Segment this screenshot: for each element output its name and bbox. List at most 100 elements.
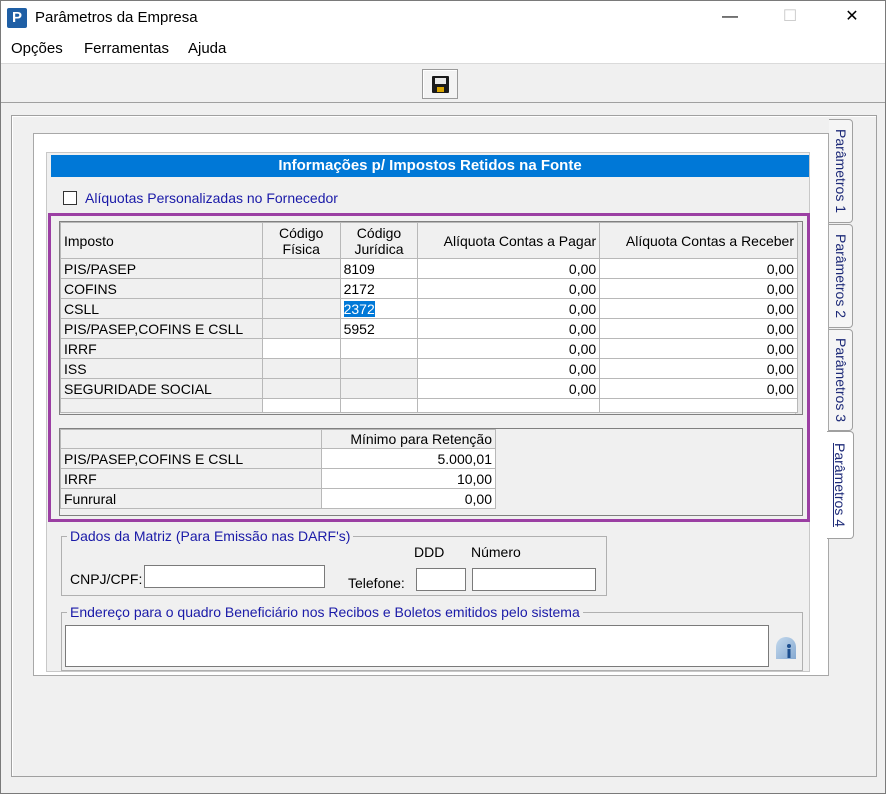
cell-aliquota-receber[interactable]: 0,00	[599, 298, 798, 319]
cell-retention-label: Funrural	[59, 488, 323, 509]
tab-parametros-3[interactable]: Parâmetros 3	[829, 329, 853, 431]
ddd-input[interactable]	[416, 568, 466, 591]
close-button[interactable]: ✕	[829, 1, 875, 35]
cell-aliquota-receber[interactable]: 0,00	[599, 358, 798, 379]
retention-table: Mínimo para Retenção PIS/PASEP,COFINS E …	[59, 429, 496, 509]
title-bar: P Parâmetros da Empresa — ☐ ✕	[1, 1, 885, 35]
table-row: ISS 0,00 0,00	[60, 358, 798, 379]
floppy-disk-icon	[432, 76, 449, 93]
cell-retention-label: IRRF	[59, 468, 323, 489]
table-row: Funrural 0,00	[59, 488, 496, 509]
table-row: COFINS 2172 0,00 0,00	[60, 278, 798, 299]
table-row: CSLL 2372 0,00 0,00	[60, 298, 798, 319]
telefone-label: Telefone:	[348, 575, 405, 591]
tab-parametros-4[interactable]: Parâmetros 4	[827, 431, 854, 539]
tab-label: Parâmetros 2	[832, 233, 849, 319]
cell-aliquota-receber[interactable]: 0,00	[599, 278, 798, 299]
aliquotas-personalizadas-checkbox[interactable]	[63, 191, 77, 205]
col-header-line: Jurídica	[354, 240, 404, 257]
tab-parametros-2[interactable]: Parâmetros 2	[829, 224, 853, 328]
table-row-empty	[60, 398, 798, 413]
cell-codigo-juridica-selected[interactable]: 2372	[339, 298, 419, 319]
cell-imposto: ISS	[60, 358, 263, 379]
endereco-legend: Endereço para o quadro Beneficiário nos …	[67, 604, 583, 620]
tab-label: Parâmetros 4	[832, 442, 848, 528]
col-header-line: Código	[279, 224, 324, 241]
minimize-button[interactable]: —	[707, 1, 753, 35]
window-title: Parâmetros da Empresa	[35, 9, 198, 26]
cell-codigo-juridica	[339, 378, 419, 399]
ddd-label: DDD	[414, 544, 445, 560]
cell-aliquota-pagar[interactable]: 0,00	[417, 278, 601, 299]
cell-empty	[60, 398, 263, 413]
section-title: Informações p/ Impostos Retidos na Fonte	[51, 155, 809, 177]
col-header-minimo-retencao: Mínimo para Retenção	[321, 429, 496, 449]
cell-imposto: IRRF	[60, 338, 263, 359]
cell-codigo-fisica	[261, 378, 341, 399]
cell-aliquota-receber[interactable]: 0,00	[599, 378, 798, 399]
menu-ajuda[interactable]: Ajuda	[188, 40, 226, 57]
col-header-aliquota-pagar: Alíquota Contas a Pagar	[417, 222, 601, 259]
col-header-codigo-juridica: Código Jurídica	[339, 222, 419, 259]
cell-aliquota-pagar[interactable]: 0,00	[417, 258, 601, 279]
cell-codigo-juridica	[339, 358, 419, 379]
cell-imposto: PIS/PASEP	[60, 258, 263, 279]
cell-aliquota-pagar[interactable]: 0,00	[417, 358, 601, 379]
save-button[interactable]	[422, 69, 458, 99]
cell-codigo-fisica	[261, 298, 341, 319]
col-header-line: Código	[356, 224, 402, 241]
cell-aliquota-pagar[interactable]: 0,00	[417, 338, 601, 359]
cell-retention-value[interactable]: 10,00	[321, 468, 496, 489]
cell-codigo-fisica	[261, 258, 341, 279]
col-header-aliquota-receber: Alíquota Contas a Receber	[599, 222, 798, 259]
cell-aliquota-pagar[interactable]: 0,00	[417, 298, 601, 319]
matriz-legend: Dados da Matriz (Para Emissão nas DARF's…	[67, 528, 354, 544]
cell-codigo-juridica[interactable]: 8109	[339, 258, 419, 279]
table-row: IRRF 0,00 0,00	[60, 338, 798, 359]
col-header-imposto: Imposto	[60, 222, 263, 259]
table-row: IRRF 10,00	[59, 468, 496, 489]
cell-imposto: CSLL	[60, 298, 263, 319]
cell-codigo-juridica[interactable]: 5952	[339, 318, 419, 339]
table-row: PIS/PASEP,COFINS E CSLL 5.000,01	[59, 448, 496, 469]
cell-empty	[339, 398, 419, 413]
cell-aliquota-pagar[interactable]: 0,00	[417, 378, 601, 399]
cnpj-label: CNPJ/CPF:	[70, 571, 143, 587]
taxes-table: Imposto Código Física Código Jurídica Al…	[60, 222, 798, 413]
main-window: P Parâmetros da Empresa — ☐ ✕ Opções Fer…	[0, 0, 886, 794]
cell-codigo-juridica[interactable]: 2172	[339, 278, 419, 299]
tab-parametros-1[interactable]: Parâmetros 1	[829, 119, 853, 223]
tab-label: Parâmetros 1	[832, 128, 849, 214]
cell-codigo-fisica[interactable]	[261, 338, 341, 359]
cell-imposto: PIS/PASEP,COFINS E CSLL	[60, 318, 263, 339]
toolbar	[1, 63, 885, 103]
info-icon[interactable]	[775, 635, 797, 659]
menu-opcoes[interactable]: Opções	[11, 40, 63, 57]
cell-aliquota-pagar[interactable]: 0,00	[417, 318, 601, 339]
cell-retention-value[interactable]: 5.000,01	[321, 448, 496, 469]
endereco-textarea[interactable]	[65, 625, 769, 667]
selected-text: 2372	[343, 300, 375, 317]
table-row: PIS/PASEP,COFINS E CSLL 5952 0,00 0,00	[60, 318, 798, 339]
menu-bar: Opções Ferramentas Ajuda	[1, 35, 885, 63]
cell-retention-label: PIS/PASEP,COFINS E CSLL	[59, 448, 323, 469]
numero-input[interactable]	[472, 568, 596, 591]
cell-aliquota-receber[interactable]: 0,00	[599, 258, 798, 279]
cell-empty	[417, 398, 601, 413]
menu-ferramentas[interactable]: Ferramentas	[84, 40, 169, 57]
cell-aliquota-receber[interactable]: 0,00	[599, 338, 798, 359]
cell-aliquota-receber[interactable]: 0,00	[599, 318, 798, 339]
cell-codigo-fisica	[261, 358, 341, 379]
cell-imposto: SEGURIDADE SOCIAL	[60, 378, 263, 399]
numero-label: Número	[471, 544, 521, 560]
cell-codigo-fisica	[261, 278, 341, 299]
cell-retention-value[interactable]: 0,00	[321, 488, 496, 509]
table-row: SEGURIDADE SOCIAL 0,00 0,00	[60, 378, 798, 399]
cell-empty	[599, 398, 798, 413]
cell-codigo-juridica[interactable]	[339, 338, 419, 359]
cell-imposto: COFINS	[60, 278, 263, 299]
maximize-button: ☐	[782, 8, 798, 25]
cell-codigo-fisica	[261, 318, 341, 339]
retention-header-blank	[59, 429, 323, 449]
cnpj-input[interactable]	[144, 565, 325, 588]
